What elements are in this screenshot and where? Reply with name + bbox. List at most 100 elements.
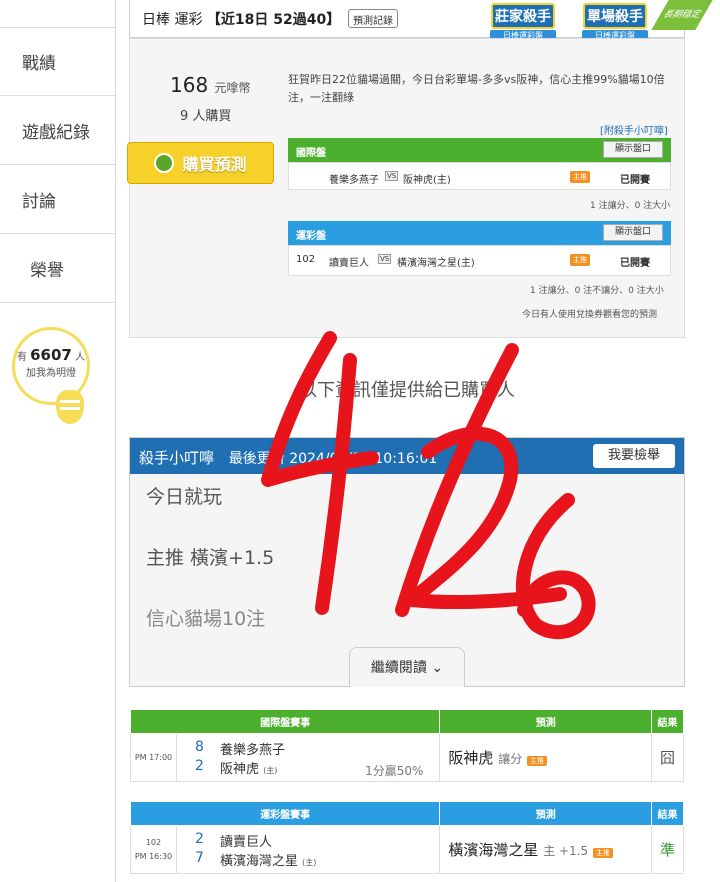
tip-header: 殺手小叮嚀 最後更新 2024/04/26 10:16:01 我要檢舉: [130, 438, 684, 474]
lottery-odds-row: 102 讀賣巨人 VS 橫濱海灣之星(主) 主推 已開賽: [288, 245, 671, 276]
away-team: 讀賣巨人: [329, 258, 369, 269]
sidebar-item-label: 戰績: [22, 54, 56, 74]
intl-odds-header: 國際盤 顯示盤口: [288, 138, 671, 162]
show-odds-button[interactable]: 顯示盤口: [603, 224, 663, 241]
lottery-odds-header: 運彩盤 顯示盤口: [288, 221, 671, 245]
price-unit: 元嗱幣: [214, 81, 251, 95]
away-score: 8: [194, 739, 204, 755]
game-code: 102: [145, 837, 162, 847]
main-pick-tag: 主推: [570, 171, 590, 183]
intl-odds-row: 養樂多燕子 VS 阪神虎(主) 主推 已開賽: [288, 162, 671, 190]
match-cell: 8 養樂多燕子 2 阪神虎 (主) 1分贏50%: [175, 733, 441, 782]
spread-result: 1分贏50%: [365, 764, 424, 778]
badge-title: 莊家殺手: [491, 3, 555, 29]
panel-title: 運彩盤: [296, 231, 326, 242]
price-value: 168: [170, 73, 209, 97]
sidebar-item-honor[interactable]: 榮譽: [0, 234, 115, 303]
sidebar-item-label: 討論: [22, 191, 56, 212]
table-row: 102 PM 16:30 2 讀賣巨人 7 橫濱海灣之星 (主) 橫濱海灣之星 …: [130, 825, 684, 874]
continue-reading-button[interactable]: 繼續閱讀 ⌄: [349, 647, 465, 687]
sidebar-item-discussion[interactable]: 討論: [0, 165, 115, 234]
buy-button-label: 購買預測: [182, 155, 247, 174]
attached-tip-link[interactable]: [附殺手小叮嚀]: [600, 122, 668, 137]
home-tag: (主): [263, 766, 278, 775]
home-team: 橫濱海灣之星(主): [397, 258, 475, 269]
away-team: 養樂多燕子: [219, 743, 285, 758]
predictor-header: 日棒 運彩 【近18日 52過40】 預測記錄 莊家殺手 日棒運彩盤 單場殺手 …: [129, 0, 685, 41]
predicted-team: 阪神虎: [448, 749, 494, 767]
bulb-prefix: 有: [16, 352, 27, 363]
game-time: 102 PM 16:30: [130, 825, 177, 874]
report-button[interactable]: 我要檢舉: [593, 444, 675, 468]
main-pick-tag: 主推: [527, 756, 547, 766]
game-time-value: PM 16:30: [134, 851, 173, 861]
result-cell: 囧: [651, 733, 684, 782]
home-score: 2: [194, 758, 204, 774]
voucher-notice: 今日有人使用兌換券觀看您的預測: [522, 310, 658, 320]
main-pick-tag: 主推: [592, 848, 613, 858]
sidebar-item-label: 遊戲紀錄: [22, 122, 90, 143]
buyer-count: 9 人購買: [180, 109, 232, 124]
away-score: 2: [194, 831, 204, 847]
tip-line: 今日就玩: [146, 486, 223, 508]
title-record: 【近18日 52過40】: [206, 12, 341, 28]
away-team: 讀賣巨人: [219, 835, 272, 850]
coin-icon: [154, 153, 175, 173]
chevron-down-icon: ⌄: [431, 660, 444, 676]
home-team: 橫濱海灣之星: [219, 854, 298, 869]
continue-label: 繼續閱讀: [370, 660, 427, 676]
game-code: 102: [296, 254, 316, 265]
predicted-team: 橫濱海灣之星: [448, 841, 539, 859]
intl-pick-count: 1 注讓分、0 注大小: [590, 201, 671, 211]
intl-result-table: 國際盤賽事 預測 結果 PM 17:00 8 養樂多燕子 2 阪神虎 (主) 1…: [129, 709, 684, 782]
light-bulb-icon: [56, 390, 84, 424]
vs-badge: VS: [385, 171, 399, 181]
result-cell: 準: [651, 825, 684, 874]
page-title: 日棒 運彩 【近18日 52過40】: [142, 9, 340, 29]
column-header: 結果: [651, 801, 684, 826]
panel-title: 國際盤: [296, 148, 326, 159]
lottery-pick-count: 1 注讓分、0 注不讓分、0 注大小: [530, 286, 664, 296]
home-team: 阪神虎: [219, 762, 259, 777]
bet-line: 主 +1.5: [543, 844, 589, 858]
tip-line: 主推 橫濱+1.5: [146, 546, 275, 569]
banker-killer-badge: 莊家殺手 日棒運彩盤: [482, 3, 564, 41]
main-pick-tag: 主推: [570, 254, 590, 266]
sidebar-item-game-log[interactable]: 遊戲紀錄: [0, 96, 115, 165]
badge-title: 單場殺手: [583, 3, 647, 29]
table-row: PM 17:00 8 養樂多燕子 2 阪神虎 (主) 1分贏50% 阪神虎 讓分…: [130, 733, 684, 782]
match-status: 已開賽: [620, 258, 650, 269]
title-prefix: 日棒 運彩: [142, 12, 203, 28]
sidebar-item-label: 榮譽: [30, 260, 64, 281]
home-score: 7: [194, 850, 204, 866]
bulb-suffix: 人: [75, 352, 86, 363]
home-tag: (主): [302, 858, 317, 867]
bulb-caption: 加我為明燈: [26, 368, 76, 379]
tip-updated: 最後更新 2024/04/26 10:16:01: [228, 451, 438, 467]
prediction-cell: 阪神虎 讓分 主推: [439, 733, 653, 782]
prediction-record-button[interactable]: 預測記錄: [348, 9, 398, 28]
match-status: 已開賽: [620, 175, 650, 186]
column-header: 預測: [439, 709, 653, 734]
home-team: 阪神虎(主): [403, 175, 451, 186]
away-team: 養樂多燕子: [329, 175, 379, 186]
lottery-result-table: 運彩盤賽事 預測 結果 102 PM 16:30 2 讀賣巨人 7 橫濱海灣之星…: [129, 801, 684, 874]
single-match-killer-badge: 單場殺手 日棒運彩盤: [574, 3, 656, 41]
buy-prediction-button[interactable]: 購買預測: [127, 142, 274, 184]
price: 168 元嗱幣: [170, 73, 251, 97]
follower-count: 6607: [30, 346, 72, 364]
prediction-description: 狂賀昨日22位貓場過關，今日台彩單場-多多vs阪神，信心主推99%貓場10倍注，…: [288, 73, 665, 104]
column-header: 運彩盤賽事: [129, 801, 441, 826]
vs-badge: VS: [378, 254, 392, 264]
left-sidebar: 戰績 遊戲紀錄 討論 榮譽 有 6607 人 加我為明燈: [0, 0, 116, 882]
show-odds-button[interactable]: 顯示盤口: [603, 141, 663, 158]
column-header: 國際盤賽事: [129, 709, 441, 734]
game-time: PM 17:00: [130, 733, 177, 782]
tip-title: 殺手小叮嚀: [139, 449, 215, 467]
sidebar-item-record[interactable]: 戰績: [0, 27, 115, 96]
buyers-only-notice: 以下資訊僅提供給已購買人: [299, 380, 515, 401]
bet-type: 讓分: [498, 752, 523, 766]
purchase-card: 168 元嗱幣 9 人購買 購買預測 狂賀昨日22位貓場過關，今日台彩單場-多多…: [127, 38, 685, 338]
match-cell: 2 讀賣巨人 7 橫濱海灣之星 (主): [175, 825, 441, 874]
column-header: 結果: [651, 709, 684, 734]
